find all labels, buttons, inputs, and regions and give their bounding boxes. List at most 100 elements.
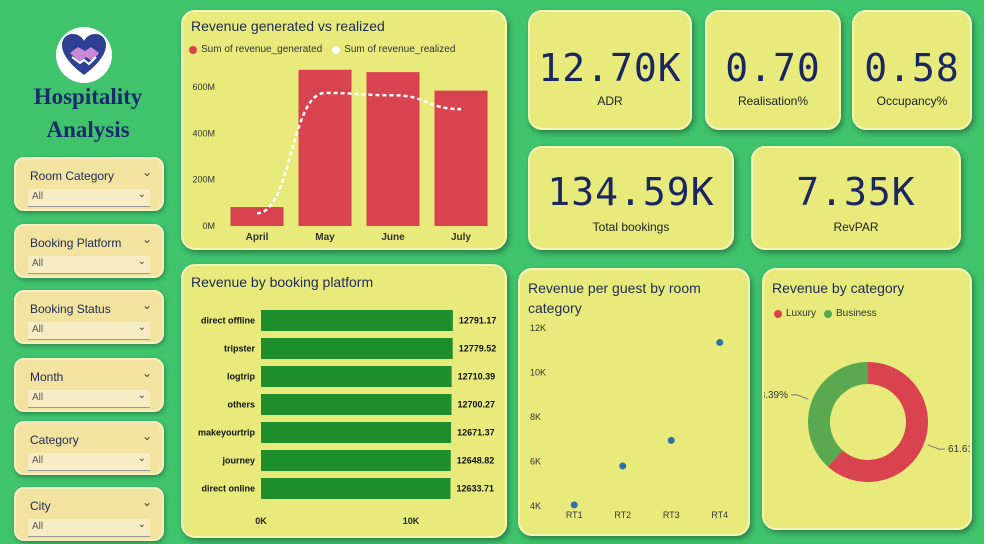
kpi-realisation: 0.70 Realisation% (705, 10, 841, 130)
slicer-dropdown[interactable]: All ⌄ (28, 453, 150, 471)
scatter-point (716, 338, 724, 346)
y-tick-label: 0M (202, 221, 215, 231)
chevron-down-icon[interactable]: ⌄ (142, 232, 152, 246)
data-label: 12710.39 (458, 372, 496, 382)
chevron-down-icon[interactable]: ⌄ (142, 429, 152, 443)
x-tick-label: May (315, 232, 335, 243)
bar (261, 338, 453, 359)
x-tick-label: 0K (255, 516, 267, 526)
kpi-label: ADR (597, 94, 623, 108)
slicer-room-category[interactable]: Room Category ⌄ All ⌄ (14, 157, 164, 211)
slicer-value: All (32, 455, 44, 466)
y-tick-label: 600M (192, 82, 215, 92)
category-label: journey (221, 456, 255, 466)
y-tick-label: 4K (530, 501, 541, 511)
scatter-point (619, 462, 627, 470)
x-tick-label: April (246, 232, 269, 243)
data-label: 12791.17 (459, 316, 497, 326)
slicer-city[interactable]: City ⌄ All ⌄ (14, 487, 164, 541)
slicer-label: City (30, 499, 51, 513)
revenue-combo-chart: 0M 200M 400M 600M April May June July (192, 69, 488, 243)
kpi-total-bookings: 134.59K Total bookings (528, 146, 734, 250)
x-tick-label: 10K (403, 516, 420, 526)
slicer-value: All (32, 258, 44, 269)
series-line-revenue-realized (256, 91, 462, 215)
x-tick-label: RT3 (663, 510, 680, 520)
slicer-booking-platform[interactable]: Booking Platform ⌄ All ⌄ (14, 224, 164, 278)
card-revenue-generated-vs-realized[interactable]: Revenue generated vs realized Sum of rev… (181, 10, 507, 250)
slicer-value: All (32, 392, 44, 403)
category-label: direct online (201, 484, 255, 494)
x-tick-label: July (451, 232, 471, 243)
category-label: others (227, 400, 255, 410)
data-label: 12671.37 (457, 428, 495, 438)
chart-title: Revenue by category (772, 280, 905, 296)
category-label: makeyourtrip (198, 428, 256, 438)
kpi-revpar: 7.35K RevPAR (751, 146, 961, 250)
bar (261, 478, 451, 499)
data-label: 12648.82 (457, 456, 495, 466)
slicer-label: Room Category (30, 169, 115, 183)
slicer-dropdown[interactable]: All ⌄ (28, 519, 150, 537)
chevron-down-icon: ⌄ (137, 322, 146, 333)
chart-legend: Luxury Business (774, 308, 877, 319)
kpi-occupancy: 0.58 Occupancy% (852, 10, 972, 130)
donut-slice (808, 362, 868, 467)
slicer-booking-status[interactable]: Booking Status ⌄ All ⌄ (14, 290, 164, 344)
slicer-dropdown[interactable]: All ⌄ (28, 390, 150, 408)
x-tick-label: RT4 (711, 510, 728, 520)
bar (261, 394, 452, 415)
data-label: 38.39% (764, 390, 788, 401)
card-revenue-per-guest[interactable]: Revenue per guest by room category 4K 6K 8… (518, 268, 750, 536)
slicer-category[interactable]: Category ⌄ All ⌄ (14, 421, 164, 475)
kpi-value: 7.35K (796, 170, 916, 214)
x-tick-label: June (381, 232, 405, 243)
category-label: direct offline (201, 316, 255, 326)
chart-title: Revenue by booking platform (191, 274, 374, 290)
category-label: tripster (224, 344, 256, 354)
bar (261, 450, 451, 471)
legend-item: Business (836, 308, 877, 319)
y-tick-label: 200M (192, 175, 215, 185)
legend-item: Luxury (786, 308, 817, 319)
slicer-label: Booking Platform (30, 236, 122, 250)
slicer-dropdown[interactable]: All ⌄ (28, 256, 150, 274)
handshake-heart-icon (62, 34, 106, 75)
slicer-value: All (32, 521, 44, 532)
chevron-down-icon[interactable]: ⌄ (142, 366, 152, 380)
card-revenue-by-category[interactable]: Revenue by category Luxury Business 61.6… (762, 268, 972, 530)
y-tick-label: 8K (530, 412, 541, 422)
bar (230, 207, 284, 226)
slicer-value: All (32, 191, 44, 202)
data-label: 12700.27 (458, 400, 496, 410)
kpi-adr: 12.70K ADR (528, 10, 692, 130)
chevron-down-icon: ⌄ (137, 189, 146, 200)
category-label: logtrip (227, 372, 255, 382)
brand-title-line1: Hospitality (33, 84, 143, 109)
chevron-down-icon[interactable]: ⌄ (142, 298, 152, 312)
kpi-label: RevPAR (833, 220, 879, 234)
x-tick-label: RT1 (566, 510, 583, 520)
legend-dot (774, 309, 782, 318)
chevron-down-icon[interactable]: ⌄ (142, 165, 152, 179)
leader-line (790, 394, 809, 400)
chevron-down-icon: ⌄ (137, 453, 146, 464)
slicer-dropdown[interactable]: All ⌄ (28, 189, 150, 207)
kpi-value: 0.58 (864, 46, 960, 90)
kpi-value: 0.70 (725, 46, 821, 90)
slicer-month[interactable]: Month ⌄ All ⌄ (14, 358, 164, 412)
bar (261, 366, 452, 387)
y-tick-label: 6K (530, 457, 541, 467)
y-tick-label: 400M (192, 128, 215, 138)
bar (434, 90, 488, 226)
chart-title: Revenue generated vs realized (191, 18, 385, 34)
revenue-category-donut: 61.61% 38.39% (764, 362, 970, 482)
y-tick-label: 12K (530, 323, 546, 333)
card-revenue-by-booking-platform[interactable]: Revenue by booking platform direct offli… (181, 264, 507, 538)
chevron-down-icon[interactable]: ⌄ (142, 495, 152, 509)
kpi-label: Total bookings (592, 220, 670, 234)
y-tick-label: 10K (530, 368, 546, 378)
bar (261, 422, 452, 443)
slicer-dropdown[interactable]: All ⌄ (28, 322, 150, 340)
data-label: 12633.71 (457, 484, 495, 494)
